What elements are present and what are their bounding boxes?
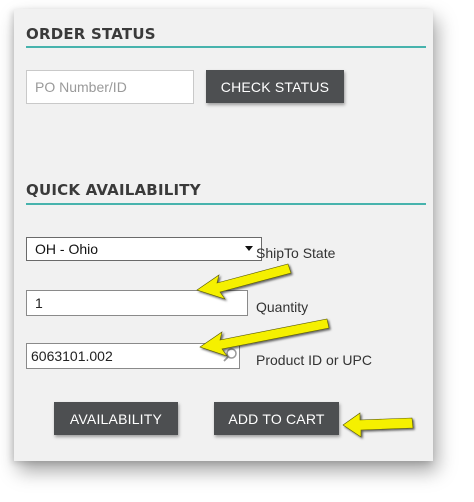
- quantity-label: Quantity: [256, 299, 309, 315]
- quantity-input[interactable]: [26, 290, 248, 316]
- order-status-divider: [26, 46, 426, 48]
- po-number-input[interactable]: [26, 70, 194, 104]
- sidebar-panel: ORDER STATUS CHECK STATUS QUICK AVAILABI…: [14, 9, 433, 461]
- ship-to-state-value: OH - Ohio: [35, 241, 99, 257]
- order-status-title: ORDER STATUS: [26, 25, 156, 43]
- quick-availability-divider: [26, 203, 426, 205]
- quick-availability-title: QUICK AVAILABILITY: [26, 181, 201, 199]
- product-id-label: Product ID or UPC: [256, 352, 372, 368]
- caret-down-icon: [245, 246, 253, 251]
- add-to-cart-button[interactable]: ADD TO CART: [214, 402, 339, 435]
- search-icon[interactable]: [222, 347, 238, 363]
- product-id-input[interactable]: [26, 343, 240, 369]
- availability-button[interactable]: AVAILABILITY: [54, 402, 178, 435]
- ship-to-state-label: ShipTo State: [256, 245, 336, 261]
- check-status-button[interactable]: CHECK STATUS: [206, 70, 344, 103]
- ship-to-state-select[interactable]: OH - Ohio: [26, 237, 262, 261]
